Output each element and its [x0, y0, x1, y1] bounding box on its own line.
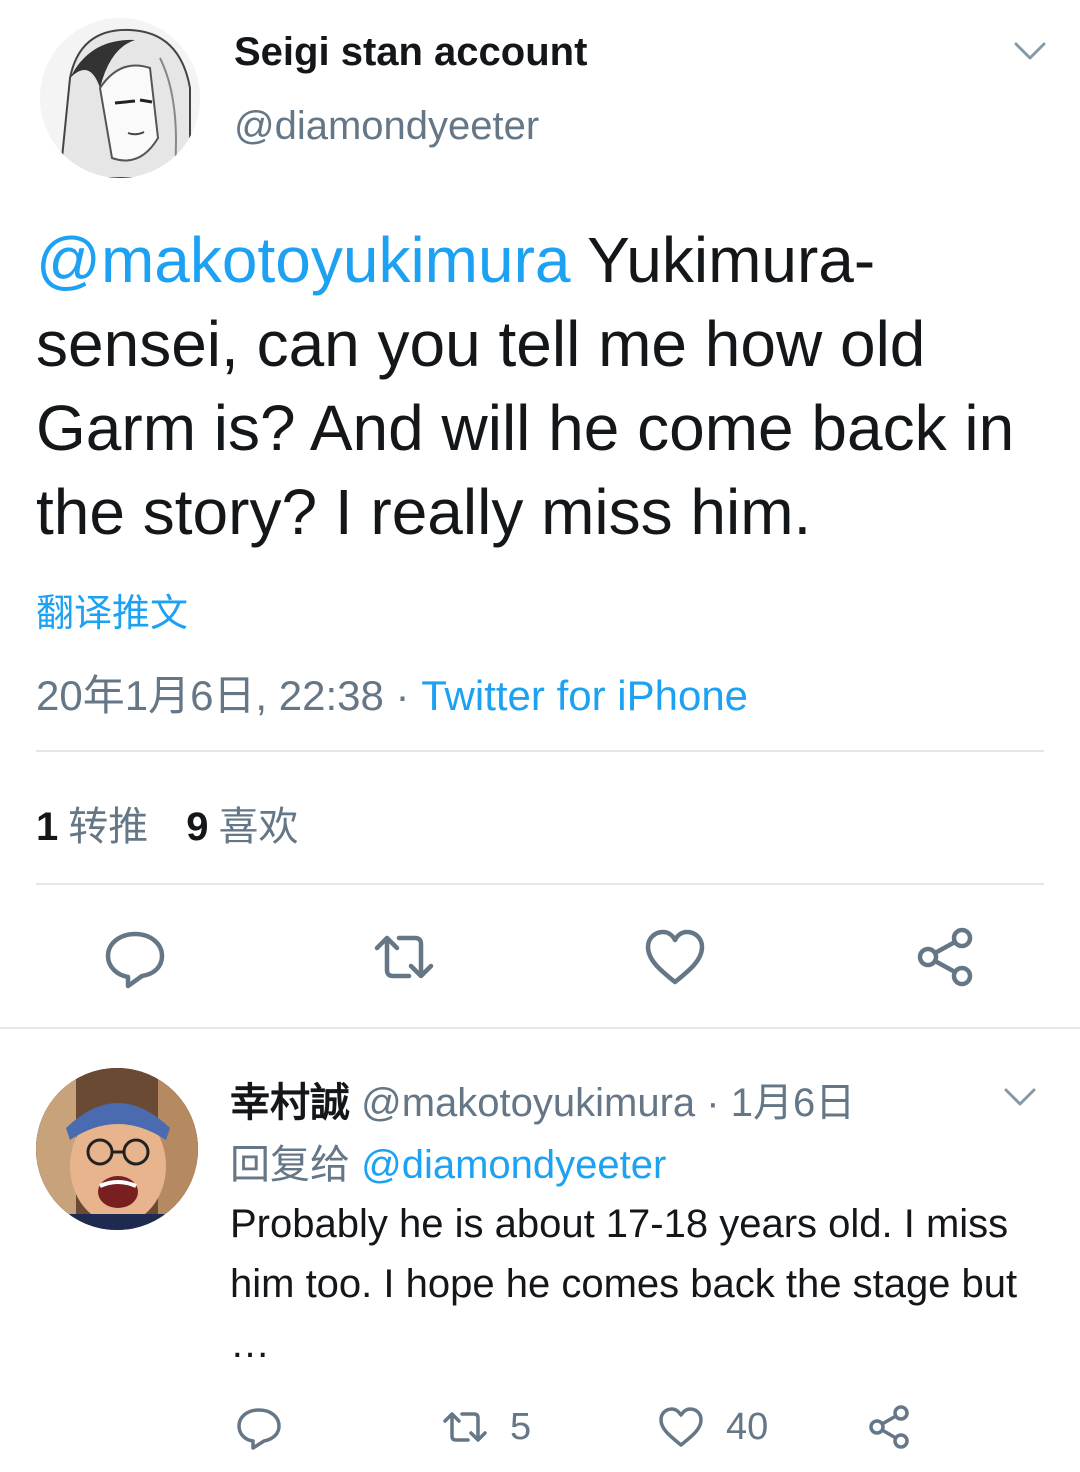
reply-icon	[237, 1408, 281, 1450]
replying-to-handle[interactable]: @diamondyeeter	[361, 1143, 666, 1187]
share-icon[interactable]	[910, 922, 980, 992]
user-handle[interactable]: @diamondyeeter	[234, 104, 539, 149]
avatar[interactable]	[36, 1068, 198, 1230]
reply-text: Probably he is about 17-18 years old. I …	[230, 1202, 1018, 1366]
likes-count[interactable]: 9	[186, 805, 208, 849]
share-icon	[869, 1405, 909, 1449]
reply-icon[interactable]	[100, 922, 170, 992]
replying-to: 回复给 @diamondyeeter	[230, 1132, 666, 1190]
retweets-label[interactable]: 转推	[68, 805, 148, 849]
like-action[interactable]: 40	[656, 1402, 768, 1452]
retweets-count[interactable]: 1	[36, 805, 58, 849]
reply-date[interactable]: 1月6日	[731, 1081, 856, 1125]
reply-header: 幸村誠 @makotoyukimura · 1月6日	[230, 1070, 855, 1128]
reply-action[interactable]	[234, 1402, 304, 1452]
section-divider	[0, 1027, 1080, 1029]
likes-label[interactable]: 喜欢	[219, 805, 299, 849]
chevron-down-icon[interactable]	[1000, 1082, 1040, 1112]
replying-label: 回复给	[230, 1143, 350, 1187]
separator: ·	[706, 1081, 720, 1125]
translate-tweet-link[interactable]: 翻译推文	[36, 582, 188, 637]
retweet-icon[interactable]	[369, 922, 439, 992]
source-link[interactable]: Twitter for iPhone	[421, 672, 748, 719]
separator: ·	[395, 672, 410, 719]
retweet-count: 5	[510, 1405, 532, 1448]
timestamp: 20年1月6日, 22:38	[36, 672, 384, 719]
avatar[interactable]	[40, 18, 200, 178]
tweet-text: @makotoyukimura Yukimura-sensei, can you…	[36, 218, 1056, 554]
tweet-meta: 20年1月6日, 22:38 · Twitter for iPhone	[36, 662, 748, 723]
tweet-stats: 1 转推 9 喜欢	[36, 794, 299, 852]
retweet-action[interactable]: 5	[440, 1402, 531, 1452]
display-name[interactable]: Seigi stan account	[234, 30, 587, 75]
chevron-down-icon[interactable]	[1010, 36, 1050, 66]
reply-tweet[interactable]: 幸村誠 @makotoyukimura · 1月6日 回复给 @diamondy…	[0, 1030, 1080, 1472]
mention-link[interactable]: @makotoyukimura	[36, 224, 570, 296]
reply-display-name[interactable]: 幸村誠	[230, 1081, 350, 1125]
like-count: 40	[726, 1405, 769, 1448]
heart-icon[interactable]	[640, 922, 710, 992]
retweet-icon	[443, 1412, 487, 1442]
share-action[interactable]	[864, 1402, 934, 1452]
divider	[36, 883, 1044, 885]
divider	[36, 750, 1044, 752]
reply-handle[interactable]: @makotoyukimura	[361, 1081, 695, 1125]
heart-icon	[659, 1407, 703, 1447]
